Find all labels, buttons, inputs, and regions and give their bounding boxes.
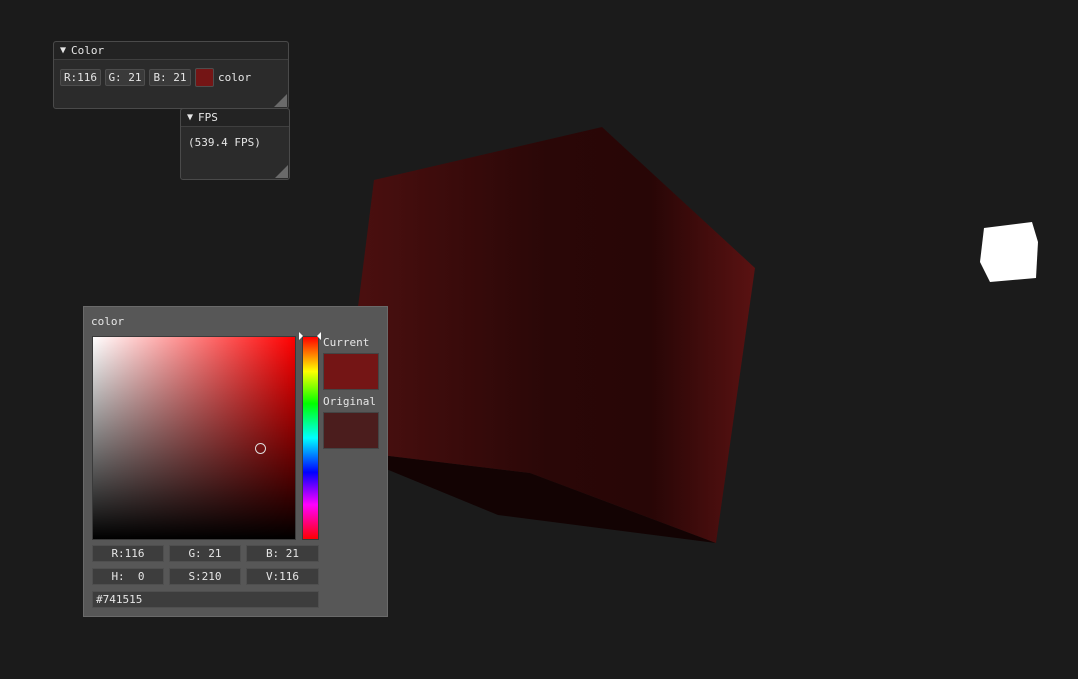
saturation-value-square[interactable] xyxy=(92,336,296,540)
fps-window-title-bar[interactable]: ▼ FPS xyxy=(181,109,289,127)
fps-window-title: FPS xyxy=(198,111,218,124)
color-window-title: Color xyxy=(71,44,105,57)
hue-bar[interactable] xyxy=(302,336,319,540)
picker-title: color xyxy=(91,315,125,328)
resize-grip[interactable] xyxy=(275,165,288,178)
color-b-field[interactable]: B: 21 xyxy=(149,69,191,86)
hue-marker-right-icon xyxy=(317,332,321,340)
light-cube xyxy=(980,222,1038,282)
color-g-field[interactable]: G: 21 xyxy=(105,69,145,86)
collapse-triangle-icon[interactable]: ▼ xyxy=(60,45,66,56)
color-window-title-bar[interactable]: ▼ Color xyxy=(54,42,288,60)
red-cube xyxy=(340,127,755,543)
picker-g-field[interactable]: G: 21 xyxy=(169,545,241,562)
color-window[interactable]: ▼ Color R:116 G: 21 B: 21 color xyxy=(53,41,289,109)
picker-r-field[interactable]: R:116 xyxy=(92,545,164,562)
sv-cursor-circle[interactable] xyxy=(255,443,266,454)
picker-h-field[interactable]: H: 0 xyxy=(92,568,164,585)
resize-grip[interactable] xyxy=(274,94,287,107)
fps-window[interactable]: ▼ FPS (539.4 FPS) xyxy=(180,108,290,180)
fps-text: (539.4 FPS) xyxy=(188,136,261,149)
picker-b-field[interactable]: B: 21 xyxy=(246,545,319,562)
current-label: Current xyxy=(323,336,370,349)
picker-s-field[interactable]: S:210 xyxy=(169,568,241,585)
collapse-triangle-icon[interactable]: ▼ xyxy=(187,112,193,123)
color-label: color xyxy=(218,71,252,84)
current-color-swatch xyxy=(323,353,379,390)
original-label: Original xyxy=(323,395,376,408)
hex-input[interactable]: #741515 xyxy=(92,591,319,608)
color-swatch-button[interactable] xyxy=(195,68,214,87)
hue-marker-left-icon xyxy=(299,332,303,340)
original-color-swatch[interactable] xyxy=(323,412,379,449)
color-picker-popup: color Current Original R:116 G: 21 B: 21… xyxy=(83,306,388,617)
color-r-field[interactable]: R:116 xyxy=(60,69,101,86)
picker-v-field[interactable]: V:116 xyxy=(246,568,319,585)
